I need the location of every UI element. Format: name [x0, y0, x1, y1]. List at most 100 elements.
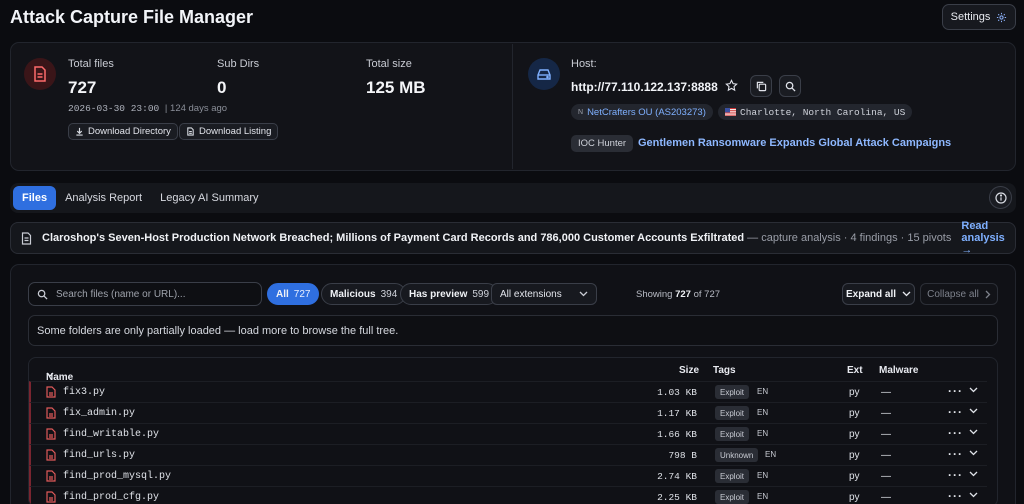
ioc-title-link[interactable]: Gentlemen Ransomware Expands Global Atta…: [638, 137, 951, 149]
showing-count: Showing 727 of 727: [636, 289, 720, 300]
file-lang: EN: [765, 450, 777, 459]
file-lang: EN: [757, 429, 769, 438]
extension-select[interactable]: All extensions: [491, 283, 597, 305]
download-listing-label: Download Listing: [199, 126, 272, 137]
more-actions-icon[interactable]: ···: [948, 426, 963, 440]
filter-malicious-button[interactable]: Malicious 394: [321, 283, 407, 305]
gear-icon: [996, 12, 1007, 23]
summary-divider: [512, 44, 513, 169]
file-name[interactable]: find_urls.py: [63, 450, 135, 461]
capture-age: 124 days ago: [170, 103, 228, 114]
chevron-down-icon[interactable]: [969, 492, 978, 498]
server-icon: [528, 58, 560, 90]
partial-load-notice: Some folders are only partially loaded —…: [28, 315, 998, 346]
settings-button[interactable]: Settings: [942, 4, 1016, 30]
file-name[interactable]: find_prod_cfg.py: [63, 492, 159, 503]
tab-analysis-report[interactable]: Analysis Report: [56, 186, 151, 210]
file-size: 1.17 KB: [657, 408, 697, 419]
filter-malicious-count: 394: [380, 288, 398, 300]
table-row[interactable]: fix_admin.py 1.17 KB Exploit EN py — ···: [29, 402, 987, 423]
file-icon: [46, 386, 56, 398]
file-ext: py: [849, 408, 860, 419]
file-icon: [46, 470, 56, 482]
more-actions-icon[interactable]: ···: [948, 468, 963, 482]
filter-malicious-label: Malicious: [330, 288, 376, 300]
document-icon: [21, 231, 32, 245]
file-malware: —: [881, 492, 891, 503]
file-ext: py: [849, 492, 860, 503]
collapse-all-button[interactable]: Collapse all: [920, 283, 998, 305]
more-actions-icon[interactable]: ···: [948, 384, 963, 398]
showing-number: 727: [675, 289, 691, 300]
star-icon[interactable]: [725, 79, 738, 92]
table-header: Name Size Tags Ext Malware: [29, 358, 997, 383]
chevron-down-icon[interactable]: [969, 408, 978, 414]
table-row[interactable]: find_prod_cfg.py 2.25 KB Exploit EN py —…: [29, 486, 987, 504]
more-actions-icon[interactable]: ···: [948, 405, 963, 419]
chevron-down-icon[interactable]: [969, 450, 978, 456]
expand-all-button[interactable]: Expand all: [842, 283, 915, 305]
file-tag: Exploit: [715, 469, 750, 483]
sub-dirs-value: 0: [217, 78, 227, 97]
chevron-down-icon: [902, 291, 911, 297]
file-icon: [46, 449, 56, 461]
table-row[interactable]: fix3.py 1.03 KB Exploit EN py — ···: [29, 381, 987, 402]
more-actions-icon[interactable]: ···: [948, 447, 963, 461]
read-analysis-link[interactable]: Read analysis →: [961, 220, 1005, 256]
chevron-down-icon: [46, 372, 54, 378]
file-name[interactable]: fix3.py: [63, 387, 105, 398]
file-malware: —: [881, 450, 891, 461]
more-actions-icon[interactable]: ···: [948, 489, 963, 503]
table-row[interactable]: find_writable.py 1.66 KB Exploit EN py —…: [29, 423, 987, 444]
file-lang: EN: [757, 387, 769, 396]
file-icon: [46, 491, 56, 503]
file-size: 798 B: [668, 450, 697, 461]
asn-badge[interactable]: N NetCrafters OU (AS203273): [571, 104, 713, 120]
chevron-down-icon: [579, 291, 588, 297]
file-size: 2.25 KB: [657, 492, 697, 503]
chevron-down-icon[interactable]: [969, 429, 978, 435]
size-column-header[interactable]: Size: [679, 365, 699, 376]
location-badge: Charlotte, North Carolina, US: [718, 104, 913, 120]
file-lang: EN: [757, 408, 769, 417]
tabs-bar: Files Analysis Report Legacy AI Summary: [10, 183, 1016, 213]
table-row[interactable]: find_urls.py 798 B Unknown EN py — ···: [29, 444, 987, 465]
search-box[interactable]: [28, 282, 262, 306]
filter-all-count: 727: [293, 288, 311, 300]
file-name[interactable]: find_writable.py: [63, 429, 159, 440]
ext-column-header[interactable]: Ext: [847, 365, 863, 376]
analysis-banner[interactable]: Claroshop's Seven-Host Production Networ…: [10, 220, 1016, 256]
file-icon: [24, 58, 56, 90]
filter-all-label: All: [276, 288, 289, 300]
tab-files[interactable]: Files: [13, 186, 57, 210]
filter-preview-label: Has preview: [409, 288, 468, 300]
download-directory-button[interactable]: Download Directory: [68, 123, 178, 140]
download-directory-label: Download Directory: [88, 126, 171, 137]
app-title: Attack Capture File Manager: [10, 7, 254, 27]
file-ext: py: [849, 450, 860, 461]
file-size: 2.74 KB: [657, 471, 697, 482]
filter-all-button[interactable]: All 727: [267, 283, 320, 305]
location-text: Charlotte, North Carolina, US: [740, 106, 906, 118]
showing-suffix: of 727: [693, 289, 721, 300]
filter-has-preview-button[interactable]: Has preview 599: [400, 283, 499, 305]
search-input[interactable]: [56, 288, 246, 300]
copy-button[interactable]: [750, 75, 772, 97]
download-icon: [75, 127, 84, 136]
lookup-button[interactable]: [779, 75, 801, 97]
us-flag-icon: [725, 108, 736, 116]
tab-legacy-ai-summary[interactable]: Legacy AI Summary: [151, 186, 267, 210]
download-listing-button[interactable]: Download Listing: [179, 123, 279, 140]
table-row[interactable]: find_prod_mysql.py 2.74 KB Exploit EN py…: [29, 465, 987, 486]
file-lang: EN: [757, 492, 769, 501]
search-icon: [37, 289, 48, 300]
host-url[interactable]: http://77.110.122.137:8888: [571, 80, 718, 94]
settings-label: Settings: [950, 11, 991, 23]
malware-column-header: Malware: [879, 365, 919, 376]
info-button[interactable]: [989, 186, 1012, 209]
file-ext: py: [849, 387, 860, 398]
chevron-down-icon[interactable]: [969, 471, 978, 477]
chevron-down-icon[interactable]: [969, 387, 978, 393]
file-name[interactable]: find_prod_mysql.py: [63, 471, 171, 482]
file-name[interactable]: fix_admin.py: [63, 408, 135, 419]
